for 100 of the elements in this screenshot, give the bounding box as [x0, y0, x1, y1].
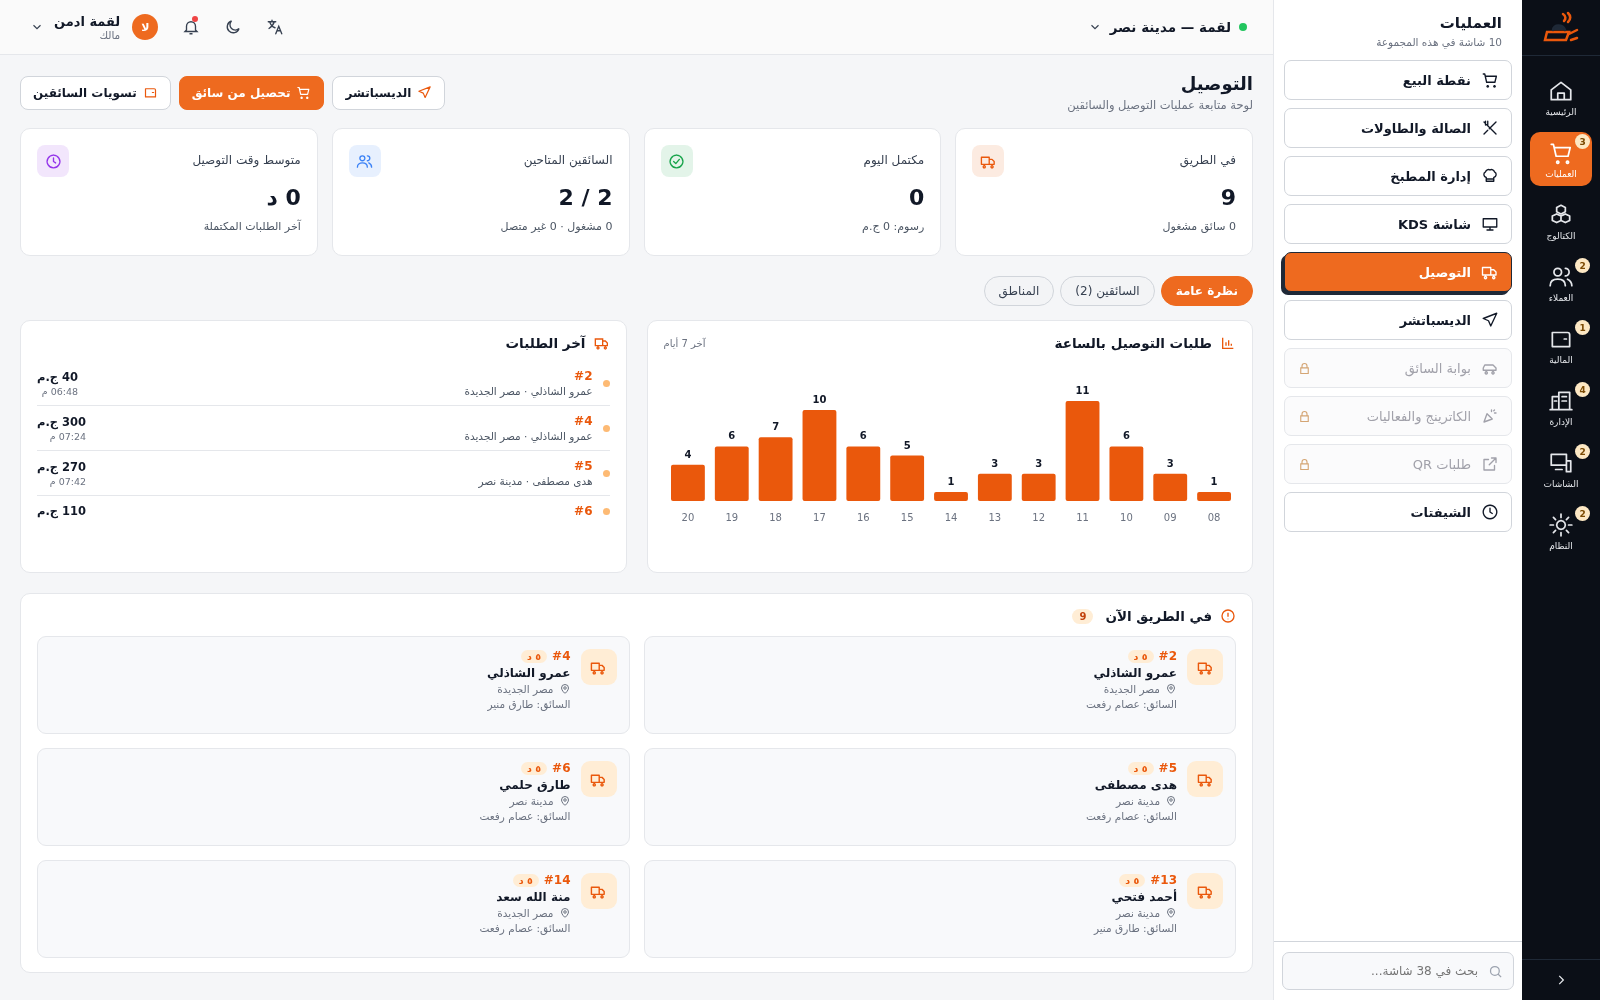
x-axis-label: 16	[856, 512, 870, 523]
elapsed-badge: ٥ د	[512, 873, 539, 887]
delivery-area: مصر الجديدة	[1103, 683, 1160, 695]
count-badge: 1	[1575, 320, 1590, 335]
bar-value-label: 10	[812, 394, 827, 406]
menu-item[interactable]: شاشة KDS	[1284, 204, 1512, 244]
external-link-icon	[1481, 455, 1499, 473]
period-label: آخر 7 أيام	[663, 337, 706, 349]
icon-background	[348, 145, 381, 177]
page-subtitle: لوحة متابعة عمليات التوصيل والسائقين	[1067, 98, 1253, 112]
truck-icon	[593, 335, 610, 351]
elapsed-badge: ٥ د	[521, 649, 548, 663]
chart-title: طلبات التوصيل بالساعة	[1054, 335, 1212, 351]
action-button[interactable]: الديسباتشر	[332, 75, 446, 110]
chef-hat-icon	[1481, 167, 1499, 185]
menu-item[interactable]: إدارة المطبخ	[1284, 156, 1512, 196]
x-axis-label: 20	[681, 512, 695, 523]
order-amount: 300 ج.م	[37, 414, 87, 429]
elapsed-badge: ٥ د	[1127, 649, 1154, 663]
order-number: #2	[1158, 649, 1177, 663]
driver-name: السائق: عصام رفعت	[1085, 810, 1177, 822]
count-badge: 2	[1575, 506, 1590, 521]
customer-name: طارق حلمي	[498, 778, 571, 792]
bar-value-label: 11	[1075, 385, 1090, 396]
elapsed-badge: ٥ د	[1127, 761, 1154, 775]
x-axis-label: 12	[1032, 512, 1046, 523]
wallet-icon	[142, 85, 158, 100]
order-number: #6	[552, 761, 571, 775]
search-input[interactable]: بحث في 38 شاشة...	[1293, 963, 1480, 979]
stat-title: متوسط وقت التوصيل	[192, 153, 301, 167]
stat-title: مكتمل اليوم	[863, 153, 925, 167]
icon-background	[37, 145, 69, 177]
stat-note: 0 مشغول · 0 غير متصل	[499, 220, 613, 233]
order-amount: 40 ج.م	[37, 369, 79, 384]
menu-item[interactable]: الديسباتشر	[1284, 300, 1512, 340]
pin-icon	[558, 795, 571, 807]
action-button[interactable]: تسويات السائقين	[20, 75, 171, 110]
bar-value-label: 1	[947, 475, 955, 487]
tab[interactable]: المناطق	[983, 276, 1055, 306]
status-dot	[602, 507, 610, 515]
bell-icon[interactable]	[182, 18, 201, 36]
driver-name: السائق: طارق منير	[1093, 922, 1177, 934]
rail-nav-item[interactable]: الكتالوج	[1530, 194, 1592, 248]
party-icon	[1481, 407, 1499, 425]
order-number: #4	[573, 414, 593, 428]
x-axis-label: 18	[769, 512, 782, 523]
translate-icon[interactable]	[266, 18, 285, 36]
driver-name: السائق: طارق منير	[487, 698, 571, 710]
x-axis-label: 11	[1076, 512, 1089, 523]
status-dot	[602, 469, 610, 477]
order-amount: 270 ج.م	[37, 459, 87, 474]
bar-value-label: 6	[728, 430, 736, 442]
x-axis-label: 08	[1207, 512, 1221, 523]
branch-selector[interactable]: لقمة — مدينة نصر	[1087, 19, 1247, 35]
order-number: #13	[1150, 873, 1177, 887]
order-number: #2	[573, 369, 593, 383]
bar-chart-icon	[1220, 335, 1236, 351]
menu-item[interactable]: نقطة البيع	[1284, 60, 1512, 100]
menu-item[interactable]: الصالة والطاولات	[1284, 108, 1512, 148]
panel-title: في الطريق الآن	[1105, 608, 1212, 624]
pin-icon	[1165, 907, 1177, 919]
rail-nav-item[interactable]: الرئيسية	[1530, 70, 1592, 124]
page-title: التوصيل	[1179, 73, 1253, 94]
count-badge: 9	[1072, 608, 1094, 624]
clock-icon	[1481, 503, 1499, 521]
panel-title: العمليات	[1438, 14, 1502, 32]
tab[interactable]: السائقين (2)	[1060, 276, 1155, 306]
x-axis-label: 09	[1163, 512, 1177, 523]
bar-value-label: 5	[903, 439, 911, 451]
driver-name: السائق: عصام رفعت	[479, 922, 571, 934]
lock-icon	[1297, 408, 1312, 424]
driver-name: السائق: عصام رفعت	[479, 810, 571, 822]
customer-name: أحمد فتحي	[1110, 890, 1177, 904]
customer-name: هدى مصطفى	[1093, 778, 1177, 792]
count-badge: 4	[1575, 382, 1590, 397]
x-axis-label: 19	[725, 512, 739, 523]
count-badge: 3	[1575, 134, 1590, 149]
bar-value-label: 6	[1122, 430, 1130, 442]
delivery-area: مدينة نصر	[1116, 795, 1160, 807]
order-number: #14	[543, 873, 571, 887]
order-time: 06:48 م	[41, 385, 79, 397]
elapsed-badge: ٥ د	[1119, 873, 1146, 887]
user-name: لقمة ادمن	[54, 13, 121, 29]
x-axis-label: 10	[1120, 512, 1133, 523]
bar-value-label: 7	[772, 421, 780, 433]
order-time: 07:42 م	[49, 475, 87, 487]
x-axis-label: 14	[944, 512, 958, 523]
bar-value-label: 6	[859, 430, 867, 442]
alert-icon	[1220, 608, 1236, 624]
search-field[interactable]: بحث في 38 شاشة...	[1282, 952, 1514, 990]
count-badge: 2	[1575, 258, 1590, 273]
stat-title: السائقين المتاحين	[523, 153, 613, 167]
menu-item[interactable]: الشيفتات	[1284, 492, 1512, 532]
order-number: #4	[552, 649, 571, 663]
delivery-area: مدينة نصر	[509, 795, 554, 807]
order-details: هدى مصطفى · مدينة نصر	[477, 475, 593, 487]
pin-icon	[1165, 683, 1177, 695]
count-badge: 2	[1575, 444, 1590, 459]
customer-name: عمرو الشاذلي	[487, 666, 571, 680]
bar-value-label: 4	[684, 448, 692, 460]
